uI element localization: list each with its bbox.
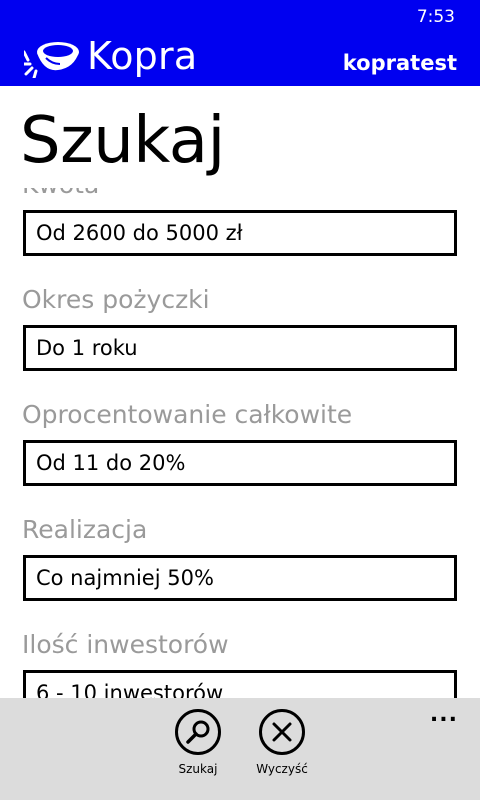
field-investor-count: Ilość inwestorów 6 - 10 inwestorów bbox=[0, 630, 480, 698]
amount-value: Od 2600 do 5000 zł bbox=[36, 221, 243, 245]
clear-icon bbox=[259, 709, 305, 755]
interest-rate-select[interactable]: Od 11 do 20% bbox=[23, 440, 457, 486]
status-time: 7:53 bbox=[416, 7, 455, 27]
amount-select[interactable]: Od 2600 do 5000 zł bbox=[23, 210, 457, 256]
realization-value: Co najmniej 50% bbox=[36, 566, 214, 590]
field-label-amount: Kwota bbox=[22, 188, 99, 199]
investor-count-value: 6 - 10 inwestorów bbox=[36, 681, 224, 698]
field-label-realization: Realizacja bbox=[22, 515, 148, 544]
search-icon bbox=[175, 709, 221, 755]
app-header: 7:53 Kopra kopratest bbox=[0, 0, 480, 86]
clear-button[interactable]: Wyczyść bbox=[250, 708, 314, 776]
field-label-interest-rate: Oprocentowanie całkowite bbox=[22, 400, 353, 429]
field-label-loan-period: Okres pożyczki bbox=[22, 285, 210, 314]
investor-count-select[interactable]: 6 - 10 inwestorów bbox=[23, 670, 457, 698]
field-interest-rate: Oprocentowanie całkowite Od 11 do 20% bbox=[0, 400, 480, 515]
loan-period-value: Do 1 roku bbox=[36, 336, 138, 360]
more-options-icon[interactable]: ... bbox=[430, 702, 458, 727]
app-bar: ... Szukaj Wyczyść bbox=[0, 698, 480, 800]
interest-rate-value: Od 11 do 20% bbox=[36, 451, 186, 475]
field-amount: Kwota Od 2600 do 5000 zł bbox=[0, 188, 480, 285]
kopra-logo-icon bbox=[24, 42, 79, 78]
field-realization: Realizacja Co najmniej 50% bbox=[0, 515, 480, 630]
search-form-content: Kwota Od 2600 do 5000 zł Okres pożyczki … bbox=[0, 188, 480, 698]
realization-select[interactable]: Co najmniej 50% bbox=[23, 555, 457, 601]
field-label-investor-count: Ilość inwestorów bbox=[22, 630, 229, 659]
clear-button-label: Wyczyść bbox=[256, 762, 308, 776]
search-form[interactable]: Kwota Od 2600 do 5000 zł Okres pożyczki … bbox=[0, 188, 480, 698]
app-name: Kopra bbox=[87, 34, 198, 78]
search-button[interactable]: Szukaj bbox=[166, 708, 230, 776]
page-title: Szukaj bbox=[20, 104, 225, 178]
loan-period-select[interactable]: Do 1 roku bbox=[23, 325, 457, 371]
account-name[interactable]: kopratest bbox=[343, 51, 457, 75]
field-loan-period: Okres pożyczki Do 1 roku bbox=[0, 285, 480, 400]
search-button-label: Szukaj bbox=[178, 762, 218, 776]
